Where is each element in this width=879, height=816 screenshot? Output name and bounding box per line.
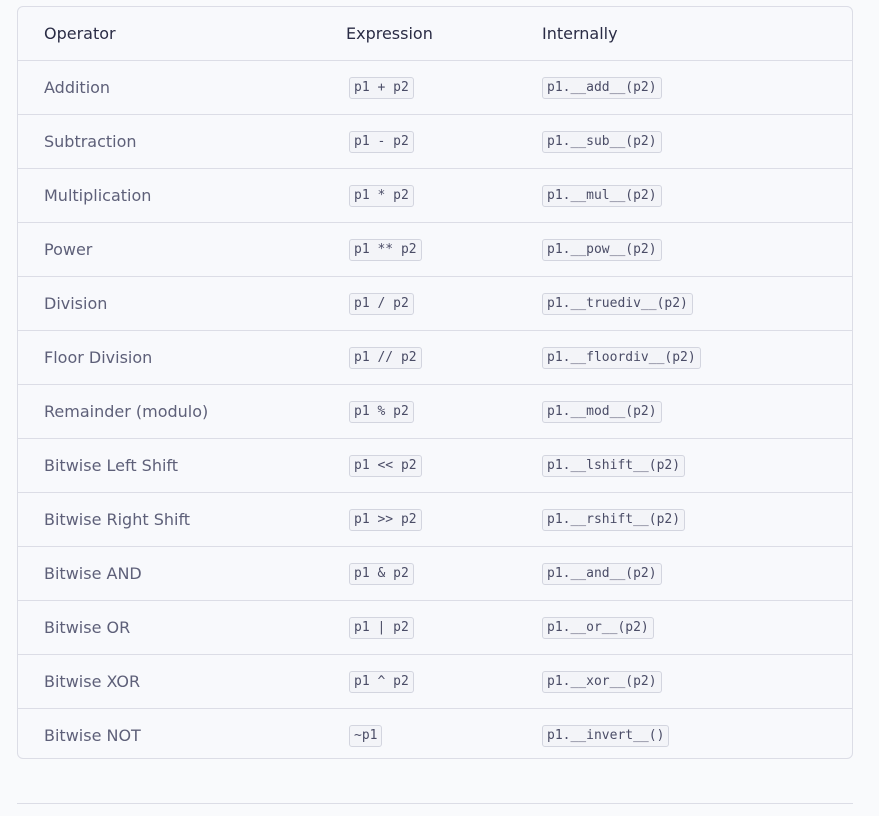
table-row: Addition p1 + p2 p1.__add__(p2) xyxy=(18,60,852,115)
operator-name: Multiplication xyxy=(18,168,320,223)
internally-cell: p1.__add__(p2) xyxy=(516,60,852,115)
expression-code: p1 % p2 xyxy=(349,401,414,423)
internally-cell: p1.__rshift__(p2) xyxy=(516,492,852,547)
operator-table-card: Operator Expression Internally Addition p… xyxy=(17,6,853,759)
expression-cell: p1 ^ p2 xyxy=(320,654,516,709)
internally-code: p1.__truediv__(p2) xyxy=(542,293,693,315)
internally-cell: p1.__mul__(p2) xyxy=(516,168,852,223)
internally-code: p1.__mul__(p2) xyxy=(542,185,662,207)
table-row: Bitwise OR p1 | p2 p1.__or__(p2) xyxy=(18,600,852,655)
table-row: Bitwise NOT ~p1 p1.__invert__() xyxy=(18,709,852,759)
internally-cell: p1.__lshift__(p2) xyxy=(516,438,852,493)
internally-code: p1.__sub__(p2) xyxy=(542,131,662,153)
expression-cell: p1 + p2 xyxy=(320,60,516,115)
header-expression: Expression xyxy=(320,7,516,61)
expression-code: p1 + p2 xyxy=(349,77,414,99)
internally-code: p1.__lshift__(p2) xyxy=(542,455,686,477)
internally-cell: p1.__mod__(p2) xyxy=(516,384,852,439)
internally-cell: p1.__xor__(p2) xyxy=(516,654,852,709)
table-row: Bitwise AND p1 & p2 p1.__and__(p2) xyxy=(18,546,852,601)
expression-code: p1 ^ p2 xyxy=(349,671,414,693)
table-header-row: Operator Expression Internally xyxy=(18,7,852,61)
table-row: Remainder (modulo) p1 % p2 p1.__mod__(p2) xyxy=(18,384,852,439)
internally-cell: p1.__invert__() xyxy=(516,709,852,759)
operator-name: Division xyxy=(18,276,320,331)
operator-name: Bitwise XOR xyxy=(18,654,320,709)
internally-code: p1.__and__(p2) xyxy=(542,563,662,585)
internally-code: p1.__add__(p2) xyxy=(542,77,662,99)
table-row: Bitwise XOR p1 ^ p2 p1.__xor__(p2) xyxy=(18,654,852,709)
operator-name: Subtraction xyxy=(18,114,320,169)
operator-name: Bitwise Right Shift xyxy=(18,492,320,547)
table-row: Subtraction p1 - p2 p1.__sub__(p2) xyxy=(18,114,852,169)
internally-cell: p1.__sub__(p2) xyxy=(516,114,852,169)
expression-code: p1 / p2 xyxy=(349,293,414,315)
expression-cell: ~p1 xyxy=(320,709,516,759)
expression-cell: p1 | p2 xyxy=(320,600,516,655)
internally-code: p1.__rshift__(p2) xyxy=(542,509,686,531)
operator-name: Power xyxy=(18,222,320,277)
internally-cell: p1.__pow__(p2) xyxy=(516,222,852,277)
operator-table: Operator Expression Internally Addition p… xyxy=(18,7,852,759)
expression-cell: p1 / p2 xyxy=(320,276,516,331)
internally-code: p1.__pow__(p2) xyxy=(542,239,662,261)
page: Operator Expression Internally Addition p… xyxy=(0,0,879,816)
expression-cell: p1 >> p2 xyxy=(320,492,516,547)
internally-code: p1.__or__(p2) xyxy=(542,617,654,639)
internally-cell: p1.__truediv__(p2) xyxy=(516,276,852,331)
expression-cell: p1 << p2 xyxy=(320,438,516,493)
expression-code: p1 ** p2 xyxy=(349,239,422,261)
operator-name: Bitwise OR xyxy=(18,600,320,655)
internally-cell: p1.__or__(p2) xyxy=(516,600,852,655)
expression-cell: p1 % p2 xyxy=(320,384,516,439)
table-row: Bitwise Left Shift p1 << p2 p1.__lshift__(… xyxy=(18,438,852,493)
expression-code: p1 >> p2 xyxy=(349,509,422,531)
internally-code: p1.__floordiv__(p2) xyxy=(542,347,701,369)
operator-name: Addition xyxy=(18,60,320,115)
table-row: Bitwise Right Shift p1 >> p2 p1.__rshift__… xyxy=(18,492,852,547)
expression-code: p1 // p2 xyxy=(349,347,422,369)
internally-cell: p1.__and__(p2) xyxy=(516,546,852,601)
expression-code: p1 * p2 xyxy=(349,185,414,207)
operator-name: Bitwise AND xyxy=(18,546,320,601)
expression-cell: p1 // p2 xyxy=(320,330,516,385)
internally-code: p1.__invert__() xyxy=(542,725,670,747)
internally-cell: p1.__floordiv__(p2) xyxy=(516,330,852,385)
table-row: Power p1 ** p2 p1.__pow__(p2) xyxy=(18,222,852,277)
header-internally: Internally xyxy=(516,7,852,61)
internally-code: p1.__mod__(p2) xyxy=(542,401,662,423)
expression-code: p1 & p2 xyxy=(349,563,414,585)
expression-code: p1 - p2 xyxy=(349,131,414,153)
expression-code: p1 << p2 xyxy=(349,455,422,477)
operator-name: Floor Division xyxy=(18,330,320,385)
expression-cell: p1 ** p2 xyxy=(320,222,516,277)
expression-cell: p1 & p2 xyxy=(320,546,516,601)
internally-code: p1.__xor__(p2) xyxy=(542,671,662,693)
table-row: Division p1 / p2 p1.__truediv__(p2) xyxy=(18,276,852,331)
table-row: Multiplication p1 * p2 p1.__mul__(p2) xyxy=(18,168,852,223)
expression-code: p1 | p2 xyxy=(349,617,414,639)
expression-cell: p1 * p2 xyxy=(320,168,516,223)
operator-name: Remainder (modulo) xyxy=(18,384,320,439)
table-body: Addition p1 + p2 p1.__add__(p2) Subtraction… xyxy=(18,60,852,759)
expression-code: ~p1 xyxy=(349,725,383,747)
table-row: Floor Division p1 // p2 p1.__floordiv__(p2… xyxy=(18,330,852,385)
section-divider xyxy=(17,803,853,804)
operator-name: Bitwise Left Shift xyxy=(18,438,320,493)
operator-name: Bitwise NOT xyxy=(44,726,141,745)
expression-cell: p1 - p2 xyxy=(320,114,516,169)
header-operator: Operator xyxy=(18,7,320,61)
